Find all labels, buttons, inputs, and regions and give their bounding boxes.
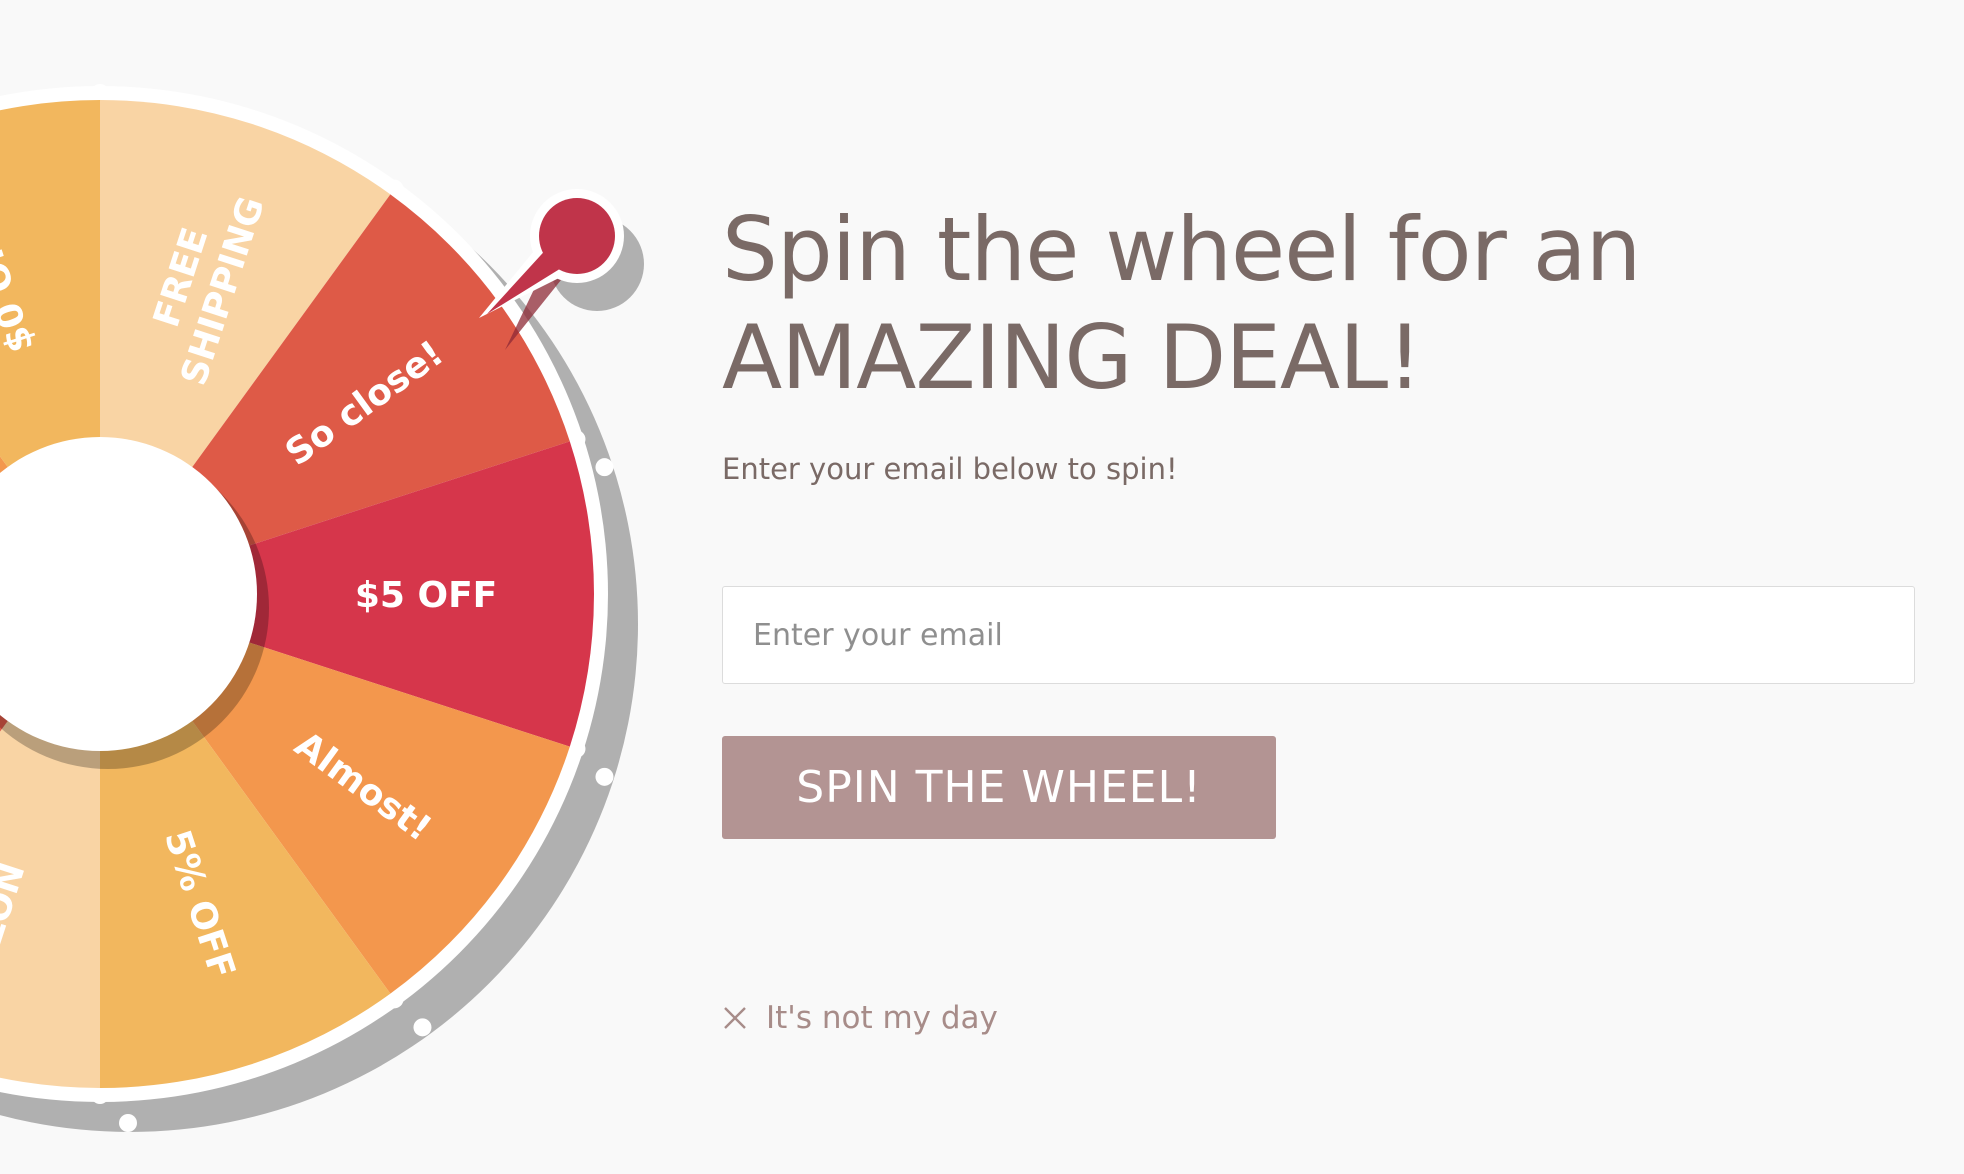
wheel-peg — [91, 1086, 109, 1104]
wheel-label-text: $5 OFF — [355, 575, 497, 616]
prize-wheel: FREE SHIPPING So close! $5 OFF Almost! 5% OFF… — [0, 0, 700, 1174]
headline: Spin the wheel for an AMAZING DEAL! — [722, 196, 1902, 412]
wheel-segment-label: $5 OFF — [355, 575, 497, 616]
wheel-peg — [91, 84, 109, 102]
headline-line-2: AMAZING DEAL! — [722, 306, 1422, 409]
email-input[interactable] — [722, 586, 1915, 684]
wheel-peg-shadow — [595, 458, 614, 477]
close-icon — [724, 1007, 746, 1029]
dismiss-label: It's not my day — [766, 1000, 998, 1036]
dismiss-link[interactable]: It's not my day — [722, 1000, 998, 1036]
subtext: Enter your email below to spin! — [722, 452, 1178, 486]
wheel-peg-shadow — [595, 767, 614, 786]
prize-wheel-graphic: FREESHIPPINGSo close!$5 OFFAlmost!5% OFF… — [0, 84, 644, 1132]
pointer-knob — [539, 198, 615, 274]
wheel-peg-shadow — [413, 1018, 432, 1037]
headline-line-1: Spin the wheel for an — [722, 198, 1641, 301]
wheel-peg-shadow — [119, 1114, 137, 1132]
spin-the-wheel-button[interactable]: SPIN THE WHEEL! — [722, 736, 1276, 839]
